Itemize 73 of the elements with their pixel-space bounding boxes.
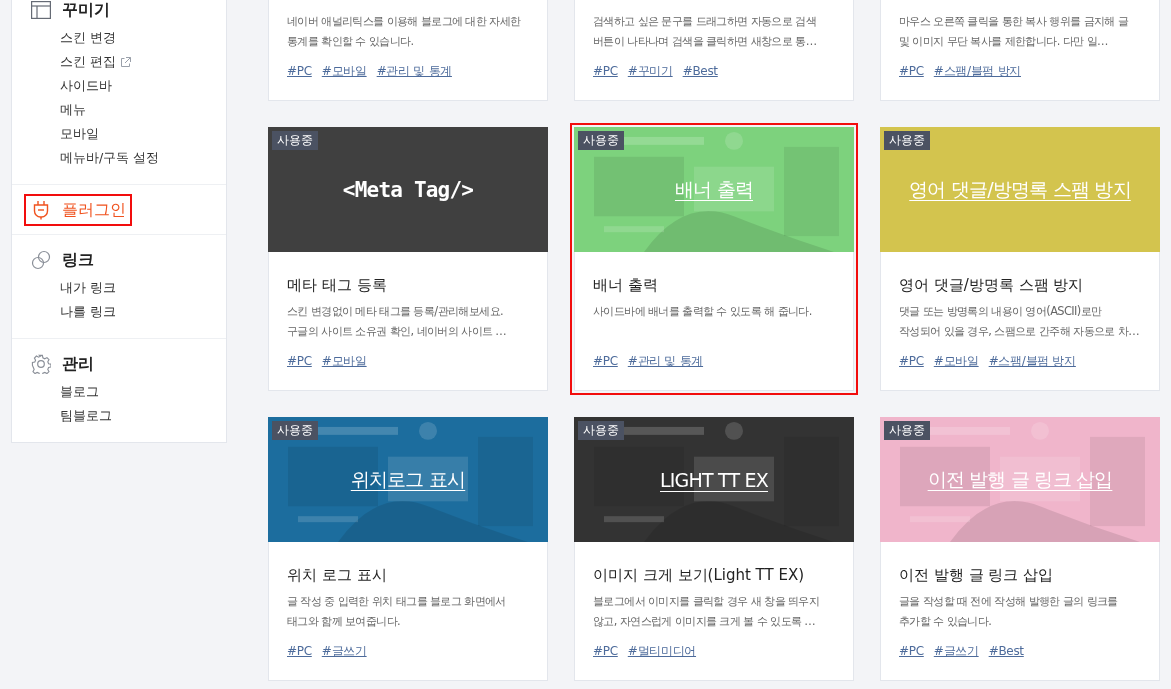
thumbnail-title: LIGHT TT EX [660, 468, 768, 491]
tag-link[interactable]: #관리 및 통계 [376, 62, 452, 80]
tag-link[interactable]: #글쓰기 [933, 642, 979, 660]
layout-icon [31, 1, 51, 19]
status-badge: 사용중 [272, 421, 318, 440]
plugin-description: 마우스 오른쪽 클릭을 통한 복사 행위를 금지해 글 및 이미지 무단 복사를 제한합니다. 다만 일… [899, 13, 1130, 50]
plug-icon [33, 200, 49, 220]
tag-link[interactable]: #꾸미기 [627, 62, 673, 80]
tag-link[interactable]: #PC [899, 354, 924, 368]
sidebar-heading[interactable]: 꾸미기 [62, 0, 110, 21]
status-badge: 사용중 [884, 421, 930, 440]
plugin-description: 스킨 변경없이 메타 태그를 등록/관리해보세요. 구글의 사이트 소유권 확인, 네이버의 사이트 … [287, 303, 508, 340]
plugin-card[interactable]: 사용중 <Meta Tag/> 메타 태그 등록 스킨 변경없이 메타 태그를 등록/관리해보세요. 구글의 사이트 소유권 확인, 네이버의 사이트 … #PC #모바일 [268, 127, 548, 391]
plugin-description: 검색하고 싶은 문구를 드래그하면 자동으로 검색 버튼이 나타나며 검색을 클릭하면 새창으로 통… [593, 13, 818, 50]
tag-link[interactable]: #PC [593, 354, 618, 368]
tag-link[interactable]: #글쓰기 [321, 642, 367, 660]
sidebar-item[interactable]: 사이드바 [60, 77, 112, 95]
tag-link[interactable]: #PC [287, 644, 312, 658]
plugin-title: 이미지 크게 보기(Light TT EX) [593, 565, 806, 586]
plugin-card[interactable]: 마우스 오른쪽 클릭을 통한 복사 행위를 금지해 글 및 이미지 무단 복사를 제한합니다. 다만 일… #PC #스팸/블펌 방지 [880, 0, 1160, 101]
plugin-title: 배너 출력 [593, 275, 659, 296]
plugin-description: 글 작성 중 입력한 위치 태그를 블로그 화면에서 태그와 함께 보여줍니다. [287, 593, 507, 630]
sidebar-item[interactable]: 스킨 변경 [60, 29, 116, 47]
sidebar-item[interactable]: 스킨 편집 [60, 53, 116, 71]
sidebar-item[interactable]: 블로그 [60, 383, 99, 401]
plugin-description: 블로그에서 이미지를 클릭할 경우 새 창을 띄우지 않고, 자연스럽게 이미지를 크게 볼 수 있도록 … [593, 593, 821, 630]
thumbnail-title: 영어 댓글/방명록 스팸 방지 [909, 176, 1131, 202]
status-badge: 사용중 [578, 421, 624, 440]
tag-link[interactable]: #PC [287, 354, 312, 368]
thumbnail-title: 위치로그 표시 [350, 466, 466, 492]
sidebar-item[interactable]: 모바일 [60, 125, 99, 143]
tag-link[interactable]: #Best [988, 644, 1024, 658]
tag-link[interactable]: #Best [682, 64, 718, 78]
plugin-description: 글을 작성할 때 전에 작성해 발행한 글의 링크를 추가할 수 있습니다. [899, 593, 1119, 630]
tag-link[interactable]: #PC [287, 64, 312, 78]
tag-link[interactable]: #모바일 [321, 352, 367, 370]
external-link-icon [120, 56, 131, 68]
sidebar-heading[interactable]: 링크 [62, 249, 94, 271]
plugin-description: 사이드바에 배너를 출력할 수 있도록 해 줍니다. [593, 303, 813, 320]
plugin-description: 네이버 애널리틱스를 이용해 블로그에 대한 자세한 통계를 확인할 수 있습니다. [287, 13, 522, 50]
tag-link[interactable]: #스팸/블펌 방지 [988, 352, 1076, 370]
tag-link[interactable]: #모바일 [321, 62, 367, 80]
plugin-card[interactable]: 사용중 영어 댓글/방명록 스팸 방지 영어 댓글/방명록 스팸 방지 댓글 또는 방명록의 내용이 영어(ASCII)로만 작성되어 있을 경우, 스팸으로 간주해 자동으로 차… #PC #모바일 #스팸/블펌 방지 [880, 127, 1160, 391]
tag-link[interactable]: #PC [899, 644, 924, 658]
thumbnail-title: 배너 출력 [674, 176, 753, 202]
sidebar-item[interactable]: 메뉴 [60, 101, 86, 119]
tag-link[interactable]: #스팸/블펌 방지 [933, 62, 1021, 80]
plugin-card[interactable]: 네이버 애널리틱스를 이용해 블로그에 대한 자세한 통계를 확인할 수 있습니다. #PC #모바일 #관리 및 통계 [268, 0, 548, 101]
sidebar-heading[interactable]: 플러그인 [62, 199, 126, 221]
sidebar-item[interactable]: 내가 링크 [60, 279, 116, 297]
tag-link[interactable]: #모바일 [933, 352, 979, 370]
status-badge: 사용중 [272, 131, 318, 150]
sidebar-item[interactable]: 메뉴바/구독 설정 [60, 149, 160, 167]
tag-link[interactable]: #PC [593, 644, 618, 658]
thumbnail-title: 이전 발행 글 링크 삽입 [927, 466, 1113, 492]
tag-link[interactable]: #관리 및 통계 [627, 352, 704, 370]
plugin-description: 댓글 또는 방명록의 내용이 영어(ASCII)로만 작성되어 있을 경우, 스팸으로 간주해 자동으로 차… [899, 303, 1140, 340]
plugin-title: 위치 로그 표시 [287, 565, 388, 586]
plugin-card[interactable]: 검색하고 싶은 문구를 드래그하면 자동으로 검색 버튼이 나타나며 검색을 클릭하면 새창으로 통… #PC #꾸미기 #Best [574, 0, 854, 101]
plugin-title: 이전 발행 글 링크 삽입 [899, 565, 1055, 586]
status-badge: 사용중 [578, 131, 624, 150]
plugin-title: 메타 태그 등록 [287, 275, 388, 296]
tag-link[interactable]: #PC [593, 64, 618, 78]
sidebar-item[interactable]: 팀블로그 [60, 407, 112, 425]
tag-link[interactable]: #PC [899, 64, 924, 78]
thumbnail-title: <Meta Tag/> [342, 177, 474, 202]
tag-link[interactable]: #멀티미디어 [627, 642, 697, 660]
settings-icon [31, 354, 51, 374]
status-badge: 사용중 [884, 131, 930, 150]
sidebar-item[interactable]: 나를 링크 [60, 303, 116, 321]
plugin-title: 영어 댓글/방명록 스팸 방지 [899, 275, 1085, 296]
link-icon [31, 250, 51, 270]
sidebar-heading[interactable]: 관리 [62, 353, 94, 375]
